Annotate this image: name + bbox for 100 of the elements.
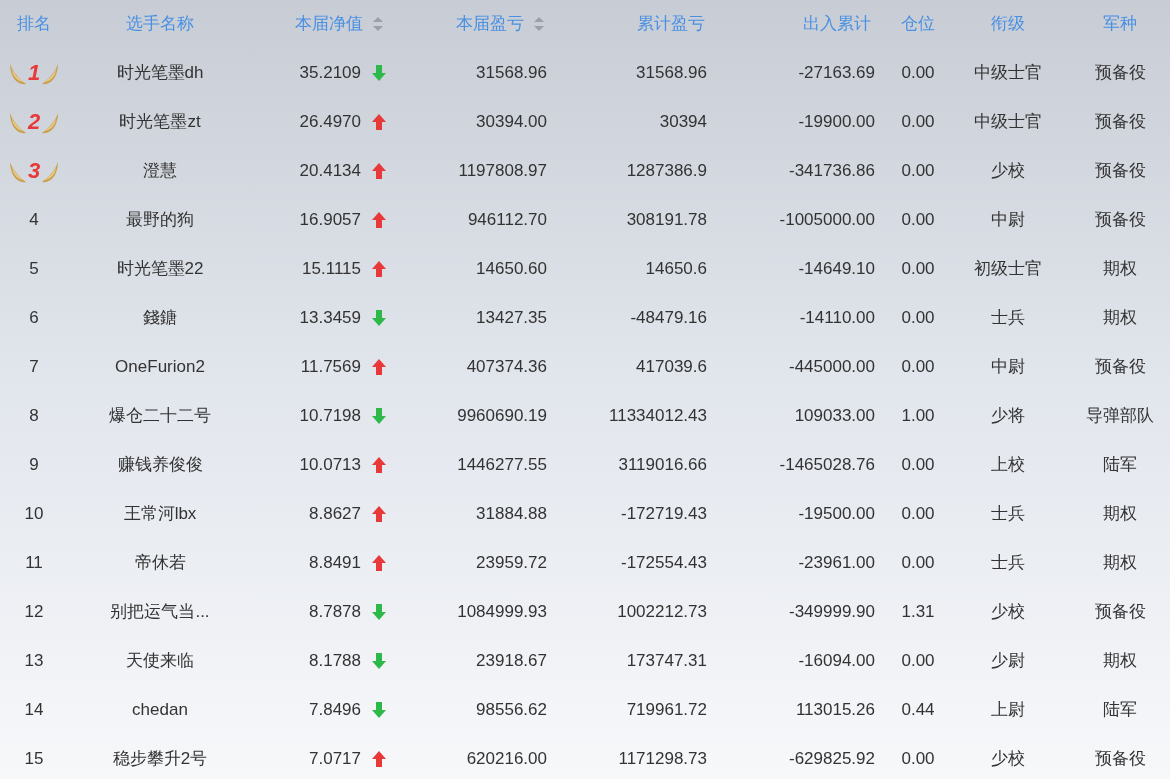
net-value: 8.7878: [309, 600, 361, 623]
service-branch: 陆军: [1103, 453, 1137, 476]
service-branch: 期权: [1103, 551, 1137, 574]
player-name: 爆仓二十二号: [109, 404, 211, 427]
rank-number: 3: [26, 157, 42, 185]
position-value: 0.44: [901, 698, 935, 721]
inflow-value: -341736.86: [788, 159, 875, 182]
rank-title: 少尉: [991, 649, 1025, 672]
rank-number: 15: [24, 747, 44, 770]
column-header: 排名: [17, 13, 51, 36]
position-value: 0.00: [901, 257, 935, 280]
net-value: 11.7569: [300, 355, 361, 378]
sort-icon[interactable]: [534, 17, 544, 31]
total-profit-value: -48479.16: [630, 306, 707, 329]
total-profit-value: 1171298.73: [618, 747, 707, 770]
service-branch: 预备役: [1094, 61, 1146, 84]
service-branch: 预备役: [1094, 747, 1146, 770]
rank-title: 士兵: [991, 551, 1025, 574]
rank-title: 中尉: [991, 355, 1025, 378]
total-profit-value: -172554.43: [620, 551, 707, 574]
profit-value: 31568.96: [476, 61, 547, 84]
net-value: 13.3459: [299, 306, 361, 329]
service-branch: 预备役: [1094, 110, 1146, 133]
rank-title: 初级士官: [974, 257, 1042, 280]
inflow-value: -349999.90: [788, 600, 875, 623]
net-value: 8.1788: [309, 649, 361, 672]
position-value: 0.00: [901, 110, 935, 133]
inflow-value: -629825.92: [788, 747, 875, 770]
profit-value: 1084999.93: [457, 600, 547, 623]
rank-title: 上尉: [991, 698, 1025, 721]
position-value: 0.00: [901, 649, 935, 672]
profit-value: 13427.35: [476, 306, 547, 329]
service-branch: 期权: [1103, 306, 1137, 329]
service-branch: 预备役: [1094, 600, 1146, 623]
net-value: 7.8496: [309, 698, 361, 721]
player-name: 天使来临: [126, 649, 194, 672]
net-value: 7.0717: [309, 747, 361, 770]
column-header: 出入累计: [803, 13, 871, 36]
net-value: 16.9057: [299, 208, 361, 231]
total-profit-value: 1002212.73: [617, 600, 707, 623]
rank-title: 士兵: [991, 306, 1025, 329]
position-value: 0.00: [901, 208, 935, 231]
rank-number: 10: [24, 502, 44, 525]
player-name: 澄慧: [143, 159, 177, 182]
player-name: 别把运气当...: [110, 600, 210, 623]
rank-title: 少校: [991, 600, 1025, 623]
position-value: 0.00: [901, 747, 935, 770]
rank-title: 士兵: [991, 502, 1025, 525]
profit-value: 9960690.19: [457, 404, 547, 427]
service-branch: 期权: [1103, 257, 1137, 280]
service-branch: 期权: [1103, 502, 1137, 525]
total-profit-value: -172719.43: [620, 502, 707, 525]
net-value: 35.2109: [299, 61, 361, 84]
player-name: 时光笔墨zt: [119, 110, 201, 133]
profit-value: 31884.88: [476, 502, 547, 525]
inflow-value: -19500.00: [798, 502, 875, 525]
position-value: 0.00: [901, 355, 935, 378]
total-profit-value: 1287386.9: [626, 159, 707, 182]
rank-number: 6: [29, 306, 39, 329]
player-name: 时光笔墨dh: [116, 61, 204, 84]
rank-number: 2: [26, 108, 42, 136]
profit-value: 98556.62: [476, 698, 547, 721]
net-value: 15.1115: [302, 257, 361, 280]
rank-number: 9: [29, 453, 39, 476]
service-branch: 导弹部队: [1086, 404, 1154, 427]
total-profit-value: 173747.31: [626, 649, 707, 672]
player-name: 赚钱养俊俊: [117, 453, 203, 476]
player-name: 时光笔墨22: [116, 257, 204, 280]
profit-value: 23918.67: [476, 649, 547, 672]
rank-number: 11: [25, 551, 43, 574]
net-value: 26.4970: [299, 110, 361, 133]
service-branch: 预备役: [1094, 159, 1146, 182]
total-profit-value: 14650.6: [645, 257, 707, 280]
inflow-value: -445000.00: [788, 355, 875, 378]
rank-title: 上校: [991, 453, 1025, 476]
rank-title: 中尉: [991, 208, 1025, 231]
profit-value: 30394.00: [476, 110, 547, 133]
rank-number: 13: [24, 649, 44, 672]
rank-title: 中级士官: [974, 61, 1042, 84]
profit-value: 23959.72: [476, 551, 547, 574]
rank-title: 中级士官: [974, 110, 1042, 133]
net-value: 10.7198: [299, 404, 361, 427]
service-branch: 预备役: [1094, 208, 1146, 231]
inflow-value: -1465028.76: [779, 453, 875, 476]
profit-value: 1197808.97: [458, 159, 547, 182]
rank-title: 少校: [991, 747, 1025, 770]
sort-icon[interactable]: [373, 17, 383, 31]
inflow-value: 113015.26: [795, 698, 875, 721]
player-name: OneFurion2: [115, 355, 205, 378]
profit-value: 946112.70: [467, 208, 547, 231]
position-value: 0.00: [901, 306, 935, 329]
total-profit-value: 31568.96: [636, 61, 707, 84]
inflow-value: -27163.69: [798, 61, 875, 84]
inflow-value: -14110.00: [799, 306, 875, 329]
net-value: 10.0713: [299, 453, 361, 476]
profit-value: 620216.00: [466, 747, 547, 770]
profit-value: 407374.36: [466, 355, 547, 378]
column-header[interactable]: 本届净值: [295, 11, 363, 37]
column-header[interactable]: 本届盈亏: [456, 11, 524, 37]
player-name: 稳步攀升2号: [112, 747, 208, 770]
